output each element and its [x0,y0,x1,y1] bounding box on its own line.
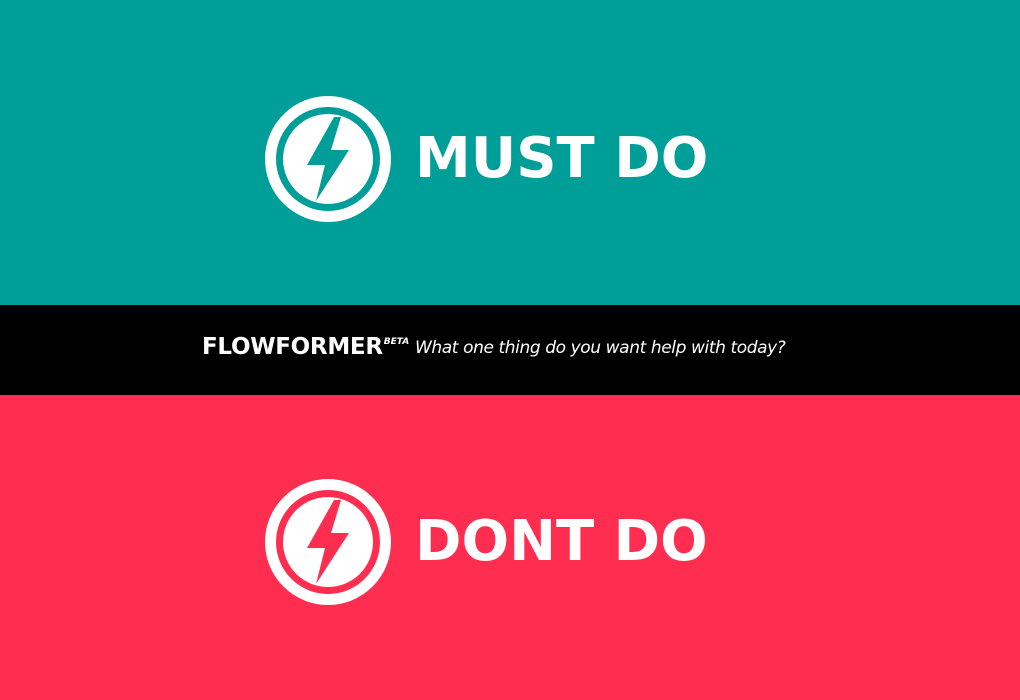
must-do-button[interactable]: MUST DO [265,96,708,222]
brand-name: FLOWFORMER [202,334,383,360]
dont-do-label: DONT DO [415,509,708,574]
lightning-bolt-icon [265,479,391,605]
prompt-question: What one thing do you want help with tod… [415,338,786,358]
lightning-bolt-icon [265,96,391,222]
dont-do-button[interactable]: DONT DO [265,479,708,605]
beta-badge: BETA [383,337,410,347]
brand-logo: FLOWFORMER BETA [202,336,409,359]
must-do-label: MUST DO [415,126,709,191]
